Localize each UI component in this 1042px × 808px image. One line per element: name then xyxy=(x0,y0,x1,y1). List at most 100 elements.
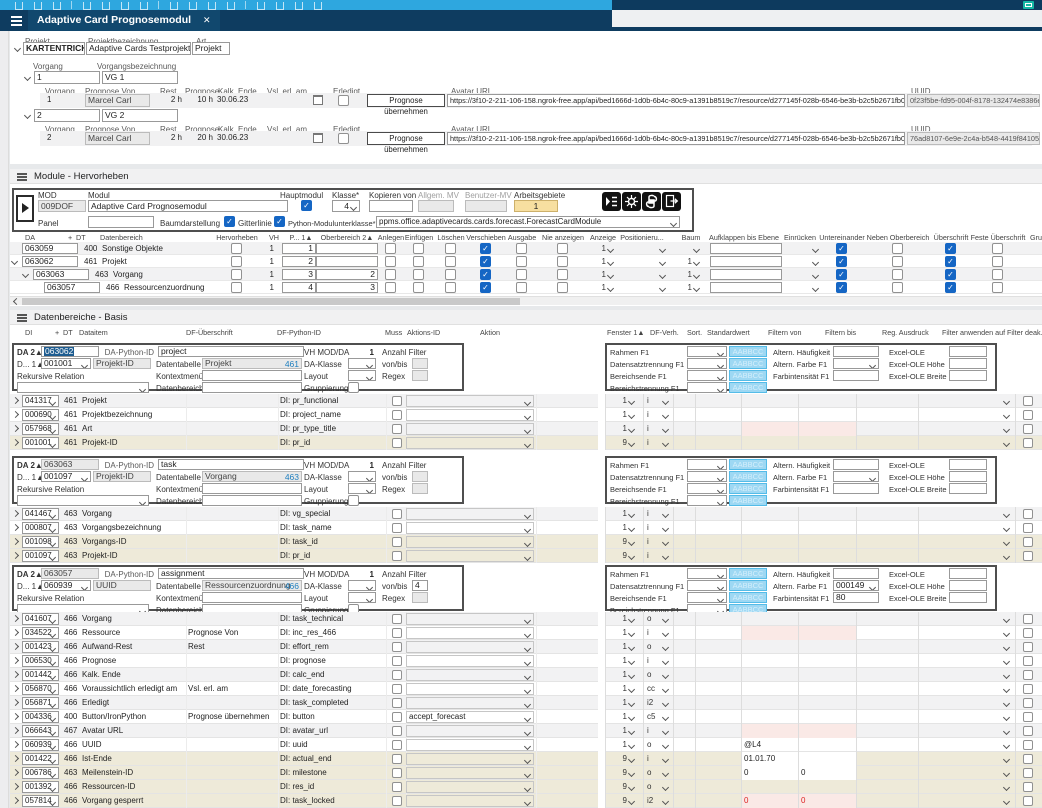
df-verh-select[interactable]: i xyxy=(647,725,671,737)
muss-checkbox[interactable] xyxy=(392,537,402,547)
positionierung-select[interactable] xyxy=(622,269,668,281)
bereichstrennung-select[interactable] xyxy=(687,382,727,393)
df-verh-select[interactable]: i xyxy=(647,627,671,639)
column-header[interactable]: Gru... xyxy=(1030,233,1042,242)
muss-checkbox[interactable] xyxy=(392,396,402,406)
feste_ueberschrift-checkbox[interactable] xyxy=(992,269,1003,280)
datenbereich-field[interactable] xyxy=(202,495,302,506)
toolbar-icon[interactable] xyxy=(295,2,303,10)
bereichstrennung-color-field[interactable]: AABBCC xyxy=(729,382,767,393)
row-expander-icon[interactable] xyxy=(12,755,19,762)
toolbar-icon[interactable] xyxy=(102,2,110,10)
menu-icon[interactable] xyxy=(11,20,22,22)
prognose-von-field[interactable]: Marcel Carl xyxy=(85,94,150,107)
vorgang-expander-icon[interactable] xyxy=(24,112,31,119)
verschieben-checkbox[interactable]: ✓ xyxy=(480,243,491,254)
baum-select[interactable] xyxy=(668,243,702,255)
fenster-select[interactable]: 9 xyxy=(607,550,637,562)
muss-checkbox[interactable] xyxy=(392,726,402,736)
filter-deak-checkbox[interactable] xyxy=(1023,796,1033,806)
positionierung-select[interactable] xyxy=(622,282,668,294)
feste_ueberschrift-checkbox[interactable] xyxy=(992,256,1003,267)
column-header[interactable]: Einfügen xyxy=(405,233,433,242)
column-header[interactable]: Standardwert xyxy=(707,328,750,337)
prognose-uebernehmen-button[interactable]: Prognose übernehmen xyxy=(367,132,445,145)
muss-checkbox[interactable] xyxy=(392,740,402,750)
datensatztrennung-select[interactable] xyxy=(687,358,727,369)
filter-anwenden-select[interactable] xyxy=(920,409,1012,421)
toolbar-icon[interactable] xyxy=(83,2,91,10)
excel-ole-breite-field[interactable] xyxy=(949,483,987,494)
mod-field[interactable]: 009DOF xyxy=(38,200,86,212)
row-expander-icon[interactable] xyxy=(12,552,19,559)
nie_anzeigen-checkbox[interactable] xyxy=(557,282,568,293)
muss-checkbox[interactable] xyxy=(392,684,402,694)
dataitem-id-field[interactable]: 041317 xyxy=(22,395,59,407)
rekursive-relation-select[interactable] xyxy=(17,382,149,393)
filter-anwenden-select[interactable] xyxy=(920,781,1012,793)
arbeitsgebiete-field[interactable]: 1 xyxy=(514,200,558,212)
df-verh-select[interactable]: c5 xyxy=(647,711,671,723)
python-icon[interactable] xyxy=(642,192,661,211)
panel-field[interactable] xyxy=(88,216,154,228)
rahmen-select[interactable] xyxy=(687,346,727,357)
fenster-select[interactable]: 1 xyxy=(607,522,637,534)
muss-checkbox[interactable] xyxy=(392,698,402,708)
column-header[interactable]: Aktion xyxy=(480,328,500,337)
avatar-url-field[interactable]: https://3f10-2-211-106-158.ngrok-free.ap… xyxy=(447,94,905,107)
datensatztrennung-select[interactable] xyxy=(687,580,727,591)
section-menu-icon[interactable] xyxy=(17,317,27,319)
filter-anwenden-select[interactable] xyxy=(920,550,1012,562)
filter-anwenden-select[interactable] xyxy=(920,795,1012,807)
bereichsende-select[interactable] xyxy=(687,483,727,494)
filter-deak-checkbox[interactable] xyxy=(1023,628,1033,638)
position-field[interactable]: 1 xyxy=(282,243,316,254)
baum-select[interactable]: 1 xyxy=(668,256,702,268)
column-header[interactable]: DT xyxy=(63,328,73,337)
prognose-uebernehmen-button[interactable]: Prognose übernehmen xyxy=(367,94,445,107)
allgem-mv-field[interactable] xyxy=(418,200,454,212)
filter-anwenden-select[interactable] xyxy=(920,395,1012,407)
modul-field[interactable]: Adaptive Card Prognosemodul xyxy=(88,200,288,212)
aktions-id-select[interactable] xyxy=(406,753,534,765)
oberbereich-field[interactable]: 3 xyxy=(316,282,378,293)
da-python-id-field[interactable]: task xyxy=(158,459,304,470)
dataitem-id-field[interactable]: 066643 xyxy=(22,725,59,737)
excel-ole-hoehe-field[interactable] xyxy=(949,580,987,591)
df-verh-select[interactable]: o xyxy=(647,767,671,779)
anzeige-select[interactable]: 1 xyxy=(588,256,616,268)
toolbar-icon[interactable] xyxy=(53,2,61,10)
einfuegen-checkbox[interactable] xyxy=(413,243,424,254)
loeschen-checkbox[interactable] xyxy=(445,243,456,254)
filter-deak-checkbox[interactable] xyxy=(1023,551,1033,561)
position-field[interactable]: 3 xyxy=(282,269,316,280)
feste_ueberschrift-checkbox[interactable] xyxy=(992,282,1003,293)
untereinander-checkbox[interactable]: ✓ xyxy=(836,269,847,280)
anzeige-select[interactable]: 1 xyxy=(588,282,616,294)
filter-deak-checkbox[interactable] xyxy=(1023,768,1033,778)
filter-deak-checkbox[interactable] xyxy=(1023,642,1033,652)
df-verh-select[interactable]: i xyxy=(647,437,671,449)
rahmen-color-field[interactable]: AABBCC xyxy=(729,346,767,357)
column-header[interactable]: + xyxy=(68,233,72,242)
untereinander-checkbox[interactable]: ✓ xyxy=(836,256,847,267)
excel-ole-breite-field[interactable] xyxy=(949,370,987,381)
expander-icon[interactable] xyxy=(22,271,29,278)
rahmen-color-field[interactable]: AABBCC xyxy=(729,459,767,470)
column-header[interactable]: Anlegen xyxy=(378,233,404,242)
df-verh-select[interactable]: o xyxy=(647,613,671,625)
fenster-select[interactable]: 1 xyxy=(607,725,637,737)
von-bis-field[interactable] xyxy=(412,358,428,369)
excel-ole-breite-field[interactable] xyxy=(949,592,987,603)
muss-checkbox[interactable] xyxy=(392,712,402,722)
row-expander-icon[interactable] xyxy=(12,685,19,692)
aktions-id-select[interactable] xyxy=(406,423,534,435)
art-field[interactable]: Projekt xyxy=(192,42,230,55)
horizontal-scrollbar[interactable] xyxy=(10,296,1042,305)
muss-checkbox[interactable] xyxy=(392,551,402,561)
dataitem-id-field[interactable]: 001001 xyxy=(22,437,59,449)
aktions-id-select[interactable] xyxy=(406,655,534,667)
filter-deak-checkbox[interactable] xyxy=(1023,782,1033,792)
filter-anwenden-select[interactable] xyxy=(920,641,1012,653)
da-id-field[interactable]: 063059 xyxy=(22,243,78,254)
